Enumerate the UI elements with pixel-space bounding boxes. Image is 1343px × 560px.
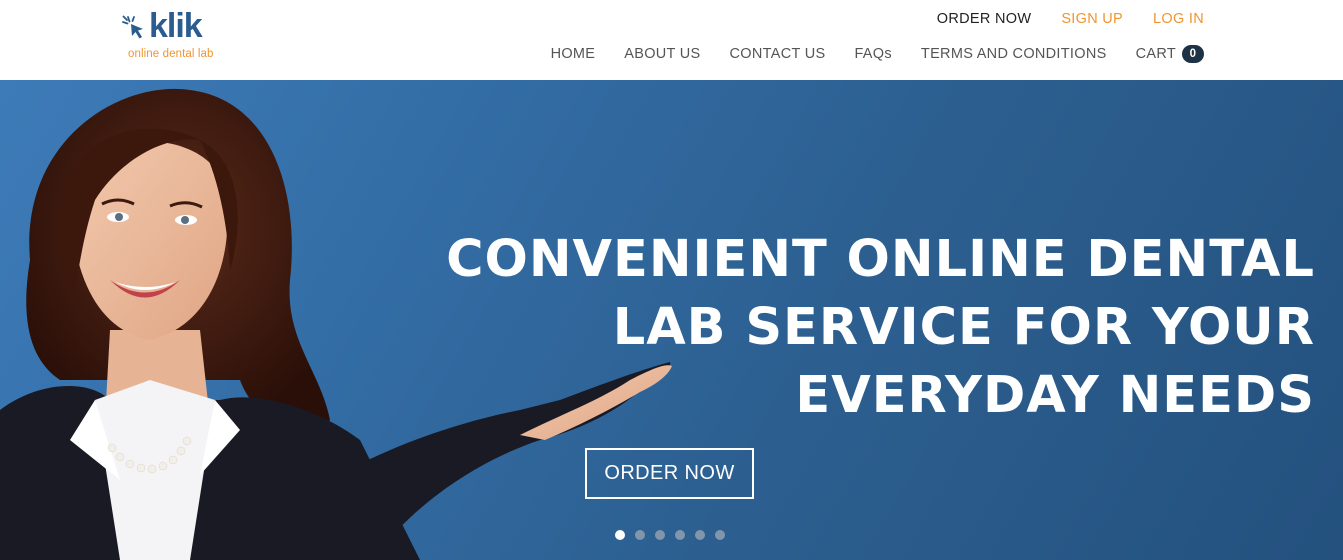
cart-count-badge: 0 bbox=[1182, 45, 1204, 63]
nav-contact-us[interactable]: CONTACT US bbox=[730, 45, 826, 63]
slide-dot-3[interactable] bbox=[655, 530, 665, 540]
cursor-click-icon bbox=[122, 15, 143, 39]
hero-banner: CONVENIENT ONLINE DENTAL LAB SERVICE FOR… bbox=[0, 80, 1343, 560]
hero-order-now-button[interactable]: ORDER NOW bbox=[585, 448, 754, 499]
slide-dot-4[interactable] bbox=[675, 530, 685, 540]
nav-cart-label: CART bbox=[1135, 46, 1176, 62]
brand-logo[interactable]: klik online dental lab bbox=[122, 7, 222, 62]
slide-dot-1[interactable] bbox=[615, 530, 625, 540]
top-utility-nav: ORDER NOW SIGN UP LOG IN bbox=[937, 10, 1204, 28]
nav-about-us[interactable]: ABOUT US bbox=[624, 45, 700, 63]
sign-up-link[interactable]: SIGN UP bbox=[1061, 10, 1123, 28]
hero-headline-line-2: LAB SERVICE FOR YOUR bbox=[612, 298, 1315, 357]
nav-terms-and-conditions[interactable]: TERMS AND CONDITIONS bbox=[921, 45, 1107, 63]
hero-headline-line-3: EVERYDAY NEEDS bbox=[795, 366, 1315, 425]
slide-dot-6[interactable] bbox=[715, 530, 725, 540]
main-nav: HOME ABOUT US CONTACT US FAQs TERMS AND … bbox=[551, 45, 1204, 63]
nav-home[interactable]: HOME bbox=[551, 45, 596, 63]
slider-pagination bbox=[615, 530, 725, 540]
brand-tagline: online dental lab bbox=[128, 48, 214, 60]
slide-dot-2[interactable] bbox=[635, 530, 645, 540]
nav-faqs[interactable]: FAQs bbox=[854, 45, 891, 63]
site-header: klik online dental lab ORDER NOW SIGN UP… bbox=[0, 0, 1343, 80]
log-in-link[interactable]: LOG IN bbox=[1153, 10, 1204, 28]
slide-dot-5[interactable] bbox=[695, 530, 705, 540]
hero-headline-line-1: CONVENIENT ONLINE DENTAL bbox=[446, 230, 1315, 289]
top-order-now-link[interactable]: ORDER NOW bbox=[937, 10, 1032, 28]
brand-name: klik bbox=[149, 7, 203, 45]
hero-headline: CONVENIENT ONLINE DENTAL LAB SERVICE FOR… bbox=[415, 226, 1315, 430]
nav-cart[interactable]: CART 0 bbox=[1136, 45, 1204, 63]
